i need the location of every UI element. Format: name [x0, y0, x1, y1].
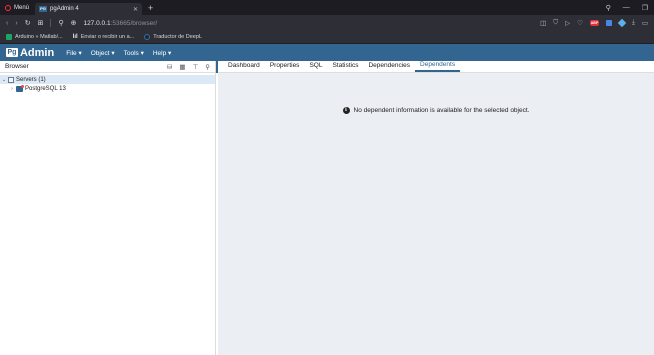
extension-icons: ◫ ⛉ ▷ ♡ ABP ⤓ ▭ — [540, 15, 648, 31]
bookmark-arduino[interactable]: Arduino » Matlab/... — [6, 34, 63, 40]
bookmark-label: Arduino » Matlab/... — [15, 34, 63, 40]
bars-icon: lıl — [72, 34, 78, 40]
tree-item-postgresql[interactable]: › PostgreSQL 13 — [0, 84, 215, 93]
search-icon[interactable]: ⚲ — [58, 19, 63, 27]
back-icon[interactable]: ‹ — [6, 20, 8, 27]
browser-toolbar: ⛁ ▦ ⊤ ⚲ — [167, 63, 210, 71]
pgadmin-logo: Pg Admin — [6, 47, 54, 59]
bookmark-enviar[interactable]: lıl Enviar o recibir un a... — [73, 34, 135, 40]
menu-file[interactable]: File ▾ — [66, 49, 82, 57]
url-path: :53665/browser/ — [110, 19, 158, 27]
bookmark-deepl[interactable]: Traductor de DeepL — [144, 34, 202, 40]
tree-item-label: PostgreSQL 13 — [25, 85, 66, 92]
view-data-icon[interactable]: ▦ — [179, 63, 185, 71]
extension-blue-icon[interactable] — [605, 20, 612, 26]
heart-icon[interactable]: ♡ — [577, 19, 583, 27]
speed-dial-icon[interactable]: ⊞ — [38, 19, 44, 27]
info-message-text: No dependent information is available fo… — [353, 107, 530, 114]
cube-icon[interactable] — [617, 18, 627, 28]
url-host: 127.0.0.1 — [83, 19, 111, 27]
download-icon[interactable]: ⤓ — [632, 19, 635, 27]
menu-object[interactable]: Object ▾ — [91, 49, 115, 57]
camera-icon[interactable]: ◫ — [540, 19, 546, 27]
object-tree: ⌄ Servers (1) › PostgreSQL 13 — [0, 73, 215, 93]
browser-tab[interactable]: PG pgAdmin 4 ✕ — [35, 3, 143, 15]
browser-tab-strip: Menú PG pgAdmin 4 ✕ + ⚲ — ❐ — [0, 0, 654, 15]
info-message: i No dependent information is available … — [218, 107, 654, 114]
pgadmin-logo-pg: Pg — [6, 48, 18, 57]
browser-panel-title: Browser — [5, 63, 29, 70]
tab-statistics[interactable]: Statistics — [327, 60, 363, 72]
menu-tools[interactable]: Tools ▾ — [124, 49, 144, 57]
tree-item-servers[interactable]: ⌄ Servers (1) — [0, 75, 215, 84]
forward-icon[interactable]: › — [15, 20, 17, 27]
info-icon: i — [342, 107, 350, 114]
pgadmin-logo-name: Admin — [19, 46, 55, 59]
search-objects-icon[interactable]: ⚲ — [205, 63, 210, 71]
shield-icon[interactable]: ⛉ — [553, 19, 558, 27]
opera-menu-label: Menú — [14, 4, 30, 11]
dependents-content: i No dependent information is available … — [218, 73, 654, 355]
main-tab-bar: Dashboard Properties SQL Statistics Depe… — [218, 61, 654, 73]
filter-rows-icon[interactable]: ⊤ — [193, 63, 199, 71]
tab-dependents[interactable]: Dependents — [415, 60, 461, 72]
address-bar: ‹ › ↻ ⊞ ⚲ ⊕ 127.0.0.1:53665/browser/ ◫ ⛉… — [0, 15, 654, 31]
reload-icon[interactable]: ↻ — [25, 19, 31, 27]
deepl-icon — [144, 34, 151, 40]
chevron-down-icon[interactable]: ⌄ — [0, 77, 8, 83]
query-tool-icon[interactable]: ⛁ — [167, 63, 172, 71]
tab-dependencies[interactable]: Dependencies — [363, 60, 415, 72]
adblock-icon[interactable]: ABP — [589, 20, 599, 26]
tree-item-label: Servers (1) — [16, 76, 46, 83]
tab-sql[interactable]: SQL — [304, 60, 327, 72]
bookmarks-bar: Arduino » Matlab/... lıl Enviar o recibi… — [0, 31, 654, 44]
pgadmin-favicon-icon: PG — [39, 6, 48, 12]
menu-help[interactable]: Help ▾ — [153, 49, 171, 57]
opera-logo-icon — [5, 4, 11, 11]
server-group-icon — [8, 76, 14, 83]
minimize-icon[interactable]: — — [623, 4, 630, 11]
bookmark-label: Enviar o recibir un a... — [80, 34, 135, 40]
battery-icon[interactable]: ▭ — [642, 19, 648, 27]
site-info-icon[interactable]: ⊕ — [71, 19, 77, 27]
play-icon[interactable]: ▷ — [565, 19, 570, 27]
opera-menu-button[interactable]: Menú — [0, 0, 35, 15]
tab-dashboard[interactable]: Dashboard — [223, 60, 265, 72]
url-field[interactable]: 127.0.0.1:53665/browser/ — [83, 20, 157, 27]
green-square-icon — [6, 34, 12, 40]
bookmark-label: Traductor de DeepL — [153, 34, 202, 40]
search-tabs-icon[interactable]: ⚲ — [606, 4, 611, 12]
tab-properties[interactable]: Properties — [265, 60, 305, 72]
browser-panel-header: Browser ⛁ ▦ ⊤ ⚲ — [0, 61, 215, 73]
restore-icon[interactable]: ❐ — [642, 4, 648, 12]
close-tab-icon[interactable]: ✕ — [133, 6, 138, 13]
chevron-right-icon[interactable]: › — [8, 86, 16, 92]
pgadmin-navbar: Pg Admin File ▾ Object ▾ Tools ▾ Help ▾ — [0, 44, 654, 61]
window-controls: ⚲ — ❐ — [606, 0, 648, 15]
browser-tab-title: pgAdmin 4 — [50, 6, 79, 12]
address-separator — [50, 19, 52, 27]
postgresql-server-icon — [16, 84, 24, 92]
browser-panel: Browser ⛁ ▦ ⊤ ⚲ ⌄ Servers (1) › PostgreS… — [0, 61, 216, 355]
new-tab-icon[interactable]: + — [148, 3, 153, 13]
